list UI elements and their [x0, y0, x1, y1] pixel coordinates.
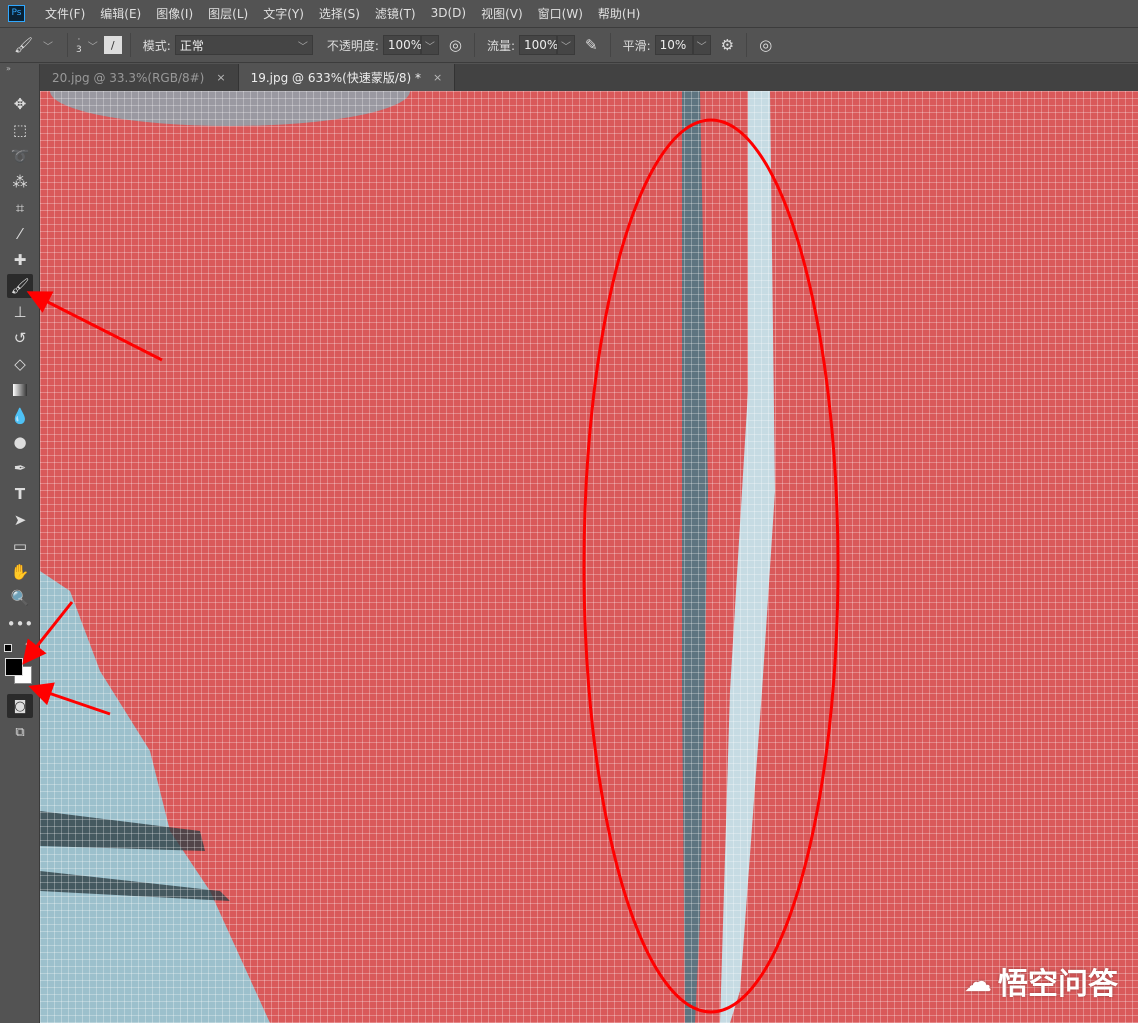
menu-filter[interactable]: 滤镜(T) [375, 5, 416, 22]
eraser-tool-icon[interactable]: ◇ [7, 352, 33, 376]
healing-brush-tool-icon[interactable]: ✚ [7, 248, 33, 272]
options-bar: 🖌 ﹀ ·3 ﹀ / 模式: 正常﹀ 不透明度: 100% ﹀ ◎ 流量: 10… [0, 27, 1138, 63]
close-icon[interactable]: × [216, 71, 225, 84]
flow-input[interactable]: 100% [519, 35, 557, 55]
chevron-down-icon[interactable]: ﹀ [88, 38, 98, 53]
brush-tool-icon[interactable]: 🖌 [7, 274, 33, 298]
crop-tool-icon[interactable]: ⌗ [7, 196, 33, 220]
pressure-size-icon[interactable]: ◎ [759, 36, 772, 54]
default-colors-icon[interactable] [4, 644, 12, 652]
watermark: ☁悟空问答 [964, 959, 1118, 1003]
divider [67, 33, 68, 57]
tab-label: 19.jpg @ 633%(快速蒙版/8) * [251, 69, 421, 86]
pen-tool-icon[interactable]: ✒ [7, 456, 33, 480]
divider [474, 33, 475, 57]
stamp-tool-icon[interactable]: ⊥ [7, 300, 33, 324]
photoshop-logo: Ps [8, 5, 25, 22]
expand-panel-icon[interactable]: » [6, 64, 11, 73]
brush-panel-toggle-icon[interactable]: / [104, 36, 122, 54]
blur-tool-icon[interactable]: 💧 [7, 404, 33, 428]
menu-type[interactable]: 文字(Y) [263, 5, 304, 22]
menu-view[interactable]: 视图(V) [481, 5, 523, 22]
document-tabs: 20.jpg @ 33.3%(RGB/8#) × 19.jpg @ 633%(快速… [40, 64, 1138, 91]
type-tool-icon[interactable]: T [7, 482, 33, 506]
menu-image[interactable]: 图像(I) [156, 5, 193, 22]
screen-mode-icon[interactable]: ⧉ [7, 720, 33, 744]
mode-value: 正常 [180, 37, 204, 54]
zoom-tool-icon[interactable]: 🔍 [7, 586, 33, 610]
smoothing-input[interactable]: 10% [655, 35, 693, 55]
marquee-tool-icon[interactable]: ⬚ [7, 118, 33, 142]
menu-select[interactable]: 选择(S) [319, 5, 360, 22]
menu-window[interactable]: 窗口(W) [538, 5, 583, 22]
opacity-input[interactable]: 100% [383, 35, 421, 55]
hand-tool-icon[interactable]: ✋ [7, 560, 33, 584]
mode-select[interactable]: 正常﹀ [175, 35, 313, 55]
rectangle-tool-icon[interactable]: ▭ [7, 534, 33, 558]
mode-label: 模式: [143, 37, 171, 54]
gradient-tool-icon[interactable] [7, 378, 33, 402]
menu-edit[interactable]: 编辑(E) [100, 5, 141, 22]
pressure-opacity-icon[interactable]: ◎ [449, 36, 462, 54]
airbrush-icon[interactable]: ✎ [585, 36, 598, 54]
opacity-label: 不透明度: [327, 37, 379, 54]
quick-mask-icon[interactable]: ◙ [7, 694, 33, 718]
menu-file[interactable]: 文件(F) [45, 5, 85, 22]
divider [610, 33, 611, 57]
tab-20-jpg[interactable]: 20.jpg @ 33.3%(RGB/8#) × [40, 64, 239, 91]
quick-select-tool-icon[interactable]: ⁂ [7, 170, 33, 194]
swap-colors-icon[interactable]: ↰ [24, 642, 32, 652]
more-tools-icon[interactable]: ••• [7, 612, 33, 636]
annotation-layer [40, 91, 1138, 1023]
tab-19-jpg[interactable]: 19.jpg @ 633%(快速蒙版/8) * × [239, 64, 456, 91]
eyedropper-tool-icon[interactable]: ⁄ [7, 222, 33, 246]
brush-size-picker[interactable]: ·3 [76, 35, 82, 55]
watermark-logo-icon: ☁ [964, 965, 992, 998]
brush-preset-icon[interactable]: 🖌 [14, 36, 33, 54]
tab-label: 20.jpg @ 33.3%(RGB/8#) [52, 71, 204, 85]
annotation-ellipse [584, 120, 838, 1012]
foreground-color-swatch[interactable] [5, 658, 23, 676]
smoothing-dropdown[interactable]: ﹀ [693, 35, 711, 55]
menu-layer[interactable]: 图层(L) [208, 5, 248, 22]
opacity-dropdown[interactable]: ﹀ [421, 35, 439, 55]
dodge-tool-icon[interactable]: ● [7, 430, 33, 454]
path-select-tool-icon[interactable]: ➤ [7, 508, 33, 532]
menu-bar: Ps 文件(F) 编辑(E) 图像(I) 图层(L) 文字(Y) 选择(S) 滤… [0, 0, 1138, 26]
divider [746, 33, 747, 57]
watermark-text: 悟空问答 [998, 959, 1118, 1003]
divider [130, 33, 131, 57]
history-brush-tool-icon[interactable]: ↺ [7, 326, 33, 350]
smoothing-label: 平滑: [623, 37, 651, 54]
menu-3d[interactable]: 3D(D) [431, 6, 466, 20]
menu-help[interactable]: 帮助(H) [598, 5, 640, 22]
tools-panel: » ✥ ⬚ ➰ ⁂ ⌗ ⁄ ✚ 🖌 ⊥ ↺ ◇ 💧 ● ✒ T ➤ ▭ ✋ 🔍 … [0, 64, 40, 1023]
document-canvas[interactable]: ☁悟空问答 [40, 91, 1138, 1023]
chevron-down-icon[interactable]: ﹀ [43, 38, 53, 53]
flow-dropdown[interactable]: ﹀ [557, 35, 575, 55]
move-tool-icon[interactable]: ✥ [7, 92, 33, 116]
flow-label: 流量: [487, 37, 515, 54]
close-icon[interactable]: × [433, 71, 442, 84]
lasso-tool-icon[interactable]: ➰ [7, 144, 33, 168]
gear-icon[interactable]: ⚙ [721, 36, 734, 54]
